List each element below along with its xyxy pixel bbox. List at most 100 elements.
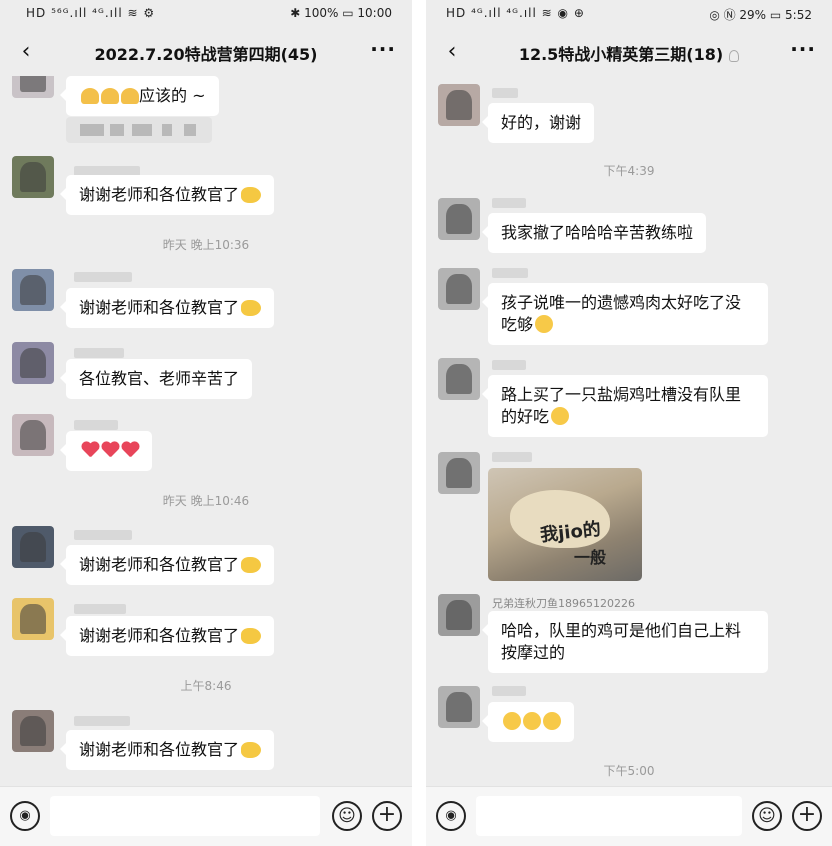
sender-name (74, 420, 118, 430)
fist-emoji-icon (241, 557, 262, 573)
message-text: 路上买了一只盐焗鸡吐槽没有队里的好吃 (501, 385, 742, 426)
avatar[interactable] (12, 269, 54, 311)
sender-name (74, 272, 132, 282)
message-text: 各位教官、老师辛苦了 (79, 369, 240, 388)
message-bubble[interactable]: 孩子说唯一的遗憾鸡肉太好吃了没吃够 (482, 283, 768, 345)
message-bubble[interactable]: 谢谢老师和各位教官了 (59, 616, 275, 656)
emoji-icon[interactable]: ☺ (752, 801, 782, 831)
folded-hands-emoji-icon (81, 88, 99, 104)
message-bubble[interactable]: 我家撤了哈哈哈辛苦教练啦 (481, 213, 707, 253)
blurred-message (66, 117, 212, 143)
photo-caption: 一般 (574, 548, 607, 567)
message-text: 谢谢老师和各位教官了 (79, 185, 240, 204)
title-bar: ‹ 2022.7.20特战营第四期(45) ··· (0, 30, 412, 76)
sender-name (74, 604, 126, 614)
avatar[interactable] (12, 342, 54, 384)
fist-emoji-icon (241, 742, 262, 758)
heart-emoji-icon (121, 442, 139, 459)
title-bar: ‹ 12.5特战小精英第三期(18) ··· (426, 30, 832, 76)
voice-input-icon[interactable]: ◉ (436, 801, 466, 831)
fist-emoji-icon (241, 628, 262, 644)
timestamp: 下午5:00 (603, 764, 655, 778)
right-chat-screen: HD ⁴ᴳ.ıll ⁴ᴳ.ıll ≋ ◉ ⊕ ◎ Ⓝ 29% ▭ 5:52 ‹ … (426, 0, 832, 846)
sender-name: 兄弟连秋刀鱼18965120226 (492, 597, 635, 610)
sender-name (74, 530, 132, 540)
message-bubble[interactable]: 各位教官、老师辛苦了 (59, 359, 253, 399)
timestamp: 昨天 晚上10:36 (162, 238, 250, 252)
folded-hands-emoji-icon (101, 88, 119, 104)
avatar[interactable] (438, 594, 480, 636)
more-options-icon[interactable]: ··· (370, 37, 396, 61)
message-bubble[interactable]: 应该的 ~ (60, 76, 219, 116)
message-bubble[interactable]: 路上买了一只盐焗鸡吐槽没有队里的好吃 (482, 375, 768, 437)
message-text: 谢谢老师和各位教官了 (79, 740, 240, 759)
chat-photo[interactable]: 我jio的 一般 (488, 468, 642, 581)
avatar[interactable] (12, 526, 54, 568)
input-bar: ◉ ☺ + (426, 786, 832, 846)
mute-ear-icon (729, 49, 740, 62)
heart-emoji-icon (81, 442, 99, 459)
heart-emoji-icon (101, 442, 119, 459)
message-bubble[interactable]: 哈哈，队里的鸡可是他们自己上料按摩过的 (482, 611, 768, 673)
message-list[interactable]: 应该的 ~ 谢谢老师和各位教官了 昨天 晚上10:36 谢谢老师和各位教官了 各… (0, 76, 412, 786)
message-bubble[interactable] (482, 702, 574, 742)
message-input[interactable] (50, 796, 320, 836)
sender-name (492, 360, 526, 370)
sender-name (492, 268, 528, 278)
message-input[interactable] (476, 796, 742, 836)
fist-emoji-icon (241, 187, 262, 203)
input-bar: ◉ ☺ + (0, 786, 412, 846)
message-text: 好的，谢谢 (501, 113, 582, 132)
avatar[interactable] (438, 84, 480, 126)
sender-name (492, 198, 526, 208)
message-text: 谢谢老师和各位教官了 (79, 626, 240, 645)
timestamp: 下午4:39 (603, 164, 655, 178)
message-bubble[interactable] (60, 431, 152, 471)
avatar[interactable] (12, 76, 54, 98)
left-chat-screen: HD ⁵⁶ᴳ.ıll ⁴ᴳ.ıll ≋ ⚙ ✱ 100% ▭ 10:00 ‹ 2… (0, 0, 412, 846)
chat-title: 12.5特战小精英第三期(18) (426, 41, 832, 65)
message-bubble[interactable]: 谢谢老师和各位教官了 (59, 545, 275, 585)
status-bar: HD ⁴ᴳ.ıll ⁴ᴳ.ıll ≋ ◉ ⊕ ◎ Ⓝ 29% ▭ 5:52 (426, 0, 832, 30)
message-text: 应该的 ~ (139, 86, 206, 105)
emoji-icon[interactable]: ☺ (332, 801, 362, 831)
fist-emoji-icon (241, 300, 262, 316)
avatar[interactable] (12, 598, 54, 640)
sender-name (492, 686, 526, 696)
voice-input-icon[interactable]: ◉ (10, 801, 40, 831)
message-list[interactable]: 好的，谢谢 下午4:39 我家撤了哈哈哈辛苦教练啦 孩子说唯一的遗憾鸡肉太好吃了… (426, 76, 832, 786)
message-bubble[interactable]: 谢谢老师和各位教官了 (59, 288, 275, 328)
avatar[interactable] (438, 452, 480, 494)
thinking-emoji-icon (535, 315, 554, 333)
sender-name (74, 716, 130, 726)
chat-title-text: 12.5特战小精英第三期(18) (518, 45, 724, 64)
message-bubble[interactable]: 好的，谢谢 (481, 103, 595, 143)
avatar[interactable] (438, 268, 480, 310)
status-right: ✱ 100% ▭ 10:00 (290, 6, 392, 20)
message-text: 哈哈，队里的鸡可是他们自己上料按摩过的 (501, 621, 742, 662)
plus-icon[interactable]: + (372, 801, 402, 831)
plus-icon[interactable]: + (792, 801, 822, 831)
folded-hands-emoji-icon (121, 88, 139, 104)
status-left: HD ⁴ᴳ.ıll ⁴ᴳ.ıll ≋ ◉ ⊕ (446, 6, 585, 20)
avatar[interactable] (438, 686, 480, 728)
more-options-icon[interactable]: ··· (790, 37, 816, 61)
message-bubble[interactable]: 谢谢老师和各位教官了 (59, 730, 275, 770)
sender-name (492, 452, 532, 462)
message-text: 谢谢老师和各位教官了 (79, 298, 240, 317)
status-bar: HD ⁵⁶ᴳ.ıll ⁴ᴳ.ıll ≋ ⚙ ✱ 100% ▭ 10:00 (0, 0, 412, 30)
avatar[interactable] (438, 198, 480, 240)
timestamp: 昨天 晚上10:46 (162, 494, 250, 508)
avatar[interactable] (438, 358, 480, 400)
message-bubble[interactable]: 谢谢老师和各位教官了 (59, 175, 275, 215)
sender-name (74, 348, 124, 358)
thinking-emoji-icon (523, 712, 541, 730)
thinking-emoji-icon (551, 407, 570, 425)
timestamp: 上午8:46 (180, 679, 232, 693)
avatar[interactable] (12, 156, 54, 198)
avatar[interactable] (12, 710, 54, 752)
avatar[interactable] (12, 414, 54, 456)
message-text: 谢谢老师和各位教官了 (79, 555, 240, 574)
status-left: HD ⁵⁶ᴳ.ıll ⁴ᴳ.ıll ≋ ⚙ (26, 6, 156, 20)
sender-name (492, 88, 518, 98)
